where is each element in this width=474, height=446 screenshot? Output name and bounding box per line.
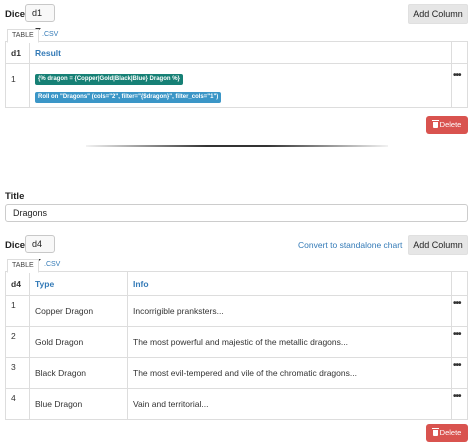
roll-cell: 4 bbox=[5, 388, 30, 420]
add-column-button[interactable]: Add Column bbox=[408, 235, 468, 255]
table-row: 1 Copper Dragon Incorrigible pranksters.… bbox=[5, 295, 468, 327]
column-header-type[interactable]: Type bbox=[29, 271, 128, 296]
ellipsis-icon[interactable]: ••• bbox=[453, 329, 461, 340]
info-cell[interactable]: Vain and territorial... bbox=[127, 388, 452, 420]
roll-cell: 1 bbox=[5, 63, 30, 108]
tab-table[interactable]: TABLE bbox=[7, 259, 39, 273]
info-cell[interactable]: The most powerful and majestic of the me… bbox=[127, 326, 452, 358]
table-header-row: d1 Result bbox=[5, 41, 468, 64]
dragons-table: d4 Type Info 1 Copper Dragon Incorrigibl… bbox=[5, 271, 468, 420]
tab-table[interactable]: TABLE bbox=[7, 29, 39, 43]
trash-icon bbox=[431, 428, 439, 436]
dice-label: Dice bbox=[5, 240, 26, 251]
add-column-button[interactable]: Add Column bbox=[408, 4, 468, 24]
table-row: 2 Gold Dragon The most powerful and maje… bbox=[5, 326, 468, 358]
table-row: 4 Blue Dragon Vain and territorial... ••… bbox=[5, 388, 468, 420]
trash-icon bbox=[431, 120, 439, 128]
code-tag: Roll on "Dragons" (cols="2", filter="{$d… bbox=[35, 92, 222, 103]
table-row: 3 Black Dragon The most evil-tempered an… bbox=[5, 357, 468, 389]
type-cell[interactable]: Copper Dragon bbox=[29, 295, 128, 327]
table-row: 1 {% dragon = {Copper|Gold|Black|Blue} D… bbox=[5, 63, 468, 108]
delete-button[interactable]: Delete bbox=[426, 424, 468, 442]
info-cell[interactable]: The most evil-tempered and vile of the c… bbox=[127, 357, 452, 389]
type-cell[interactable]: Black Dragon bbox=[29, 357, 128, 389]
convert-link[interactable]: Convert to standalone chart bbox=[298, 240, 402, 250]
code-tag: {% dragon = {Copper|Gold|Black|Blue} Dra… bbox=[35, 74, 183, 85]
dice-value: d1 bbox=[32, 8, 43, 18]
roll-cell: 3 bbox=[5, 357, 30, 389]
ellipsis-icon[interactable]: ••• bbox=[453, 70, 461, 81]
title-input[interactable]: Dragons bbox=[5, 204, 468, 222]
roll-cell: 1 bbox=[5, 295, 30, 327]
ellipsis-icon[interactable]: ••• bbox=[453, 360, 461, 371]
delete-button[interactable]: Delete bbox=[426, 116, 468, 134]
type-cell[interactable]: Blue Dragon bbox=[29, 388, 128, 420]
result-table: d1 Result 1 {% dragon = {Copper|Gold|Bla… bbox=[5, 41, 468, 108]
column-header-info[interactable]: Info bbox=[127, 271, 452, 296]
ellipsis-icon[interactable]: ••• bbox=[453, 298, 461, 309]
title-label: Title bbox=[5, 191, 25, 202]
dice-select[interactable]: d4 bbox=[25, 235, 55, 263]
dice-value: d4 bbox=[32, 239, 43, 249]
column-header-result[interactable]: Result bbox=[29, 41, 452, 64]
divider bbox=[86, 145, 388, 147]
tab-csv[interactable]: .CSV bbox=[40, 259, 64, 271]
table-header-row: d4 Type Info bbox=[5, 271, 468, 296]
tab-csv[interactable]: .CSV bbox=[38, 29, 62, 41]
info-cell[interactable]: Incorrigible pranksters... bbox=[127, 295, 452, 327]
dice-label: Dice bbox=[5, 9, 26, 20]
ellipsis-icon[interactable]: ••• bbox=[453, 391, 461, 402]
column-header-roll: d4 bbox=[5, 271, 30, 296]
roll-cell: 2 bbox=[5, 326, 30, 358]
dice-select[interactable]: d1 bbox=[25, 4, 55, 32]
result-cell: {% dragon = {Copper|Gold|Black|Blue} Dra… bbox=[29, 63, 452, 108]
column-header-roll: d1 bbox=[5, 41, 30, 64]
type-cell[interactable]: Gold Dragon bbox=[29, 326, 128, 358]
